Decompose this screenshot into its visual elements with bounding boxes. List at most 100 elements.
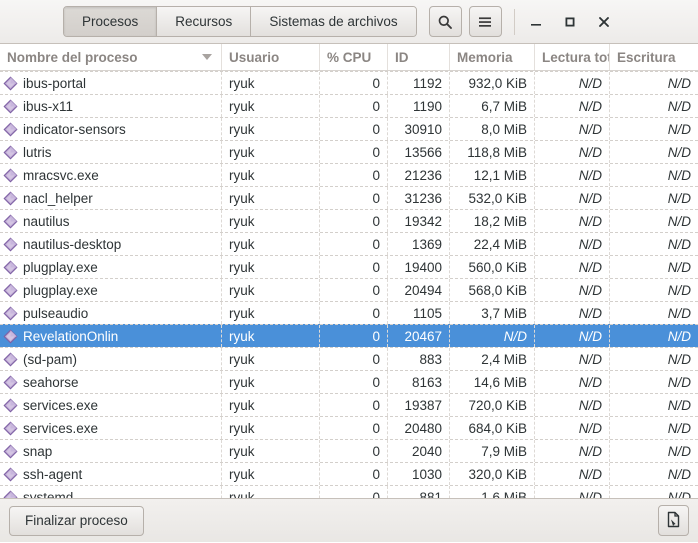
column-header-id[interactable]: ID (388, 44, 450, 70)
column-header-cpu[interactable]: % CPU (320, 44, 388, 70)
table-row[interactable]: ibus-x11 ryuk 0 1190 6,7 MiB N/D N/D (0, 94, 698, 117)
cell-write-text: N/D (667, 190, 691, 206)
table-row[interactable]: snap ryuk 0 2040 7,9 MiB N/D N/D (0, 439, 698, 462)
cell-id-text: 8163 (411, 374, 442, 390)
table-row[interactable]: ibus-portal ryuk 0 1192 932,0 KiB N/D N/D (0, 71, 698, 94)
cell-cpu: 0 (320, 302, 388, 324)
cell-id-text: 19387 (404, 397, 442, 413)
cell-id-text: 2040 (411, 443, 442, 459)
menu-button[interactable] (468, 6, 502, 37)
cell-user-text: ryuk (229, 420, 255, 436)
cell-mem: 8,0 MiB (450, 118, 535, 140)
table-row[interactable]: nacl_helper ryuk 0 31236 532,0 KiB N/D N/D (0, 186, 698, 209)
close-button[interactable] (587, 5, 621, 39)
cell-cpu: 0 (320, 279, 388, 301)
cell-cpu-text: 0 (372, 420, 380, 436)
table-row[interactable]: services.exe ryuk 0 20480 684,0 KiB N/D N/D (0, 416, 698, 439)
cell-user-text: ryuk (229, 259, 255, 275)
cell-user-text: ryuk (229, 397, 255, 413)
process-diamond-icon (3, 351, 18, 367)
cell-user: ryuk (222, 348, 320, 370)
maximize-button[interactable] (553, 5, 587, 39)
table-row[interactable]: RevelationOnlin ryuk 0 20467 N/D N/D N/D (0, 324, 698, 347)
cell-user: ryuk (222, 394, 320, 416)
cell-id: 883 (388, 348, 450, 370)
cell-cpu-text: 0 (372, 443, 380, 459)
cell-user: ryuk (222, 233, 320, 255)
cell-id-text: 21236 (404, 167, 442, 183)
cell-mem: 568,0 KiB (450, 279, 535, 301)
table-row[interactable]: services.exe ryuk 0 19387 720,0 KiB N/D N/D (0, 393, 698, 416)
table-row[interactable]: systemd ryuk 0 881 1,6 MiB N/D N/D (0, 485, 698, 498)
cell-cpu-text: 0 (372, 466, 380, 482)
process-diamond-icon (3, 144, 18, 160)
column-header-read[interactable]: Lectura total (535, 44, 610, 70)
cell-id-text: 30910 (404, 121, 442, 137)
cell-write-text: N/D (667, 282, 691, 298)
cell-name-text: services.exe (23, 397, 99, 413)
cell-cpu-text: 0 (372, 75, 380, 91)
tab-procesos[interactable]: Procesos (64, 7, 158, 36)
cell-id: 1369 (388, 233, 450, 255)
cell-write: N/D (610, 233, 698, 255)
tab-sistemas-de-archivos[interactable]: Sistemas de archivos (251, 7, 416, 36)
table-row[interactable]: plugplay.exe ryuk 0 20494 568,0 KiB N/D N/D (0, 278, 698, 301)
cell-id: 13566 (388, 141, 450, 163)
vertical-scrollbar[interactable] (694, 71, 698, 498)
cell-cpu: 0 (320, 256, 388, 278)
cell-read-text: N/D (578, 282, 602, 298)
column-header-process-name[interactable]: Nombre del proceso (0, 44, 222, 70)
process-diamond-icon (3, 305, 18, 321)
cell-id-text: 1190 (412, 98, 442, 114)
tab-recursos[interactable]: Recursos (157, 7, 252, 36)
table-row[interactable]: mracsvc.exe ryuk 0 21236 12,1 MiB N/D N/D (0, 163, 698, 186)
table-row[interactable]: indicator-sensors ryuk 0 30910 8,0 MiB N/D N/D (0, 117, 698, 140)
cell-name: plugplay.exe (0, 256, 222, 278)
cell-user-text: ryuk (229, 98, 255, 114)
cell-read: N/D (535, 141, 610, 163)
column-header-memory[interactable]: Memoria (450, 44, 535, 70)
cell-mem-text: N/D (503, 328, 527, 344)
process-properties-button[interactable] (658, 505, 689, 536)
cell-id: 1030 (388, 463, 450, 485)
cell-cpu-text: 0 (372, 259, 380, 275)
maximize-icon (563, 15, 577, 29)
cell-name-text: ibus-x11 (23, 98, 74, 114)
table-row[interactable]: nautilus-desktop ryuk 0 1369 22,4 MiB N/D N/D (0, 232, 698, 255)
table-row[interactable]: plugplay.exe ryuk 0 19400 560,0 KiB N/D N/D (0, 255, 698, 278)
table-row[interactable]: seahorse ryuk 0 8163 14,6 MiB N/D N/D (0, 370, 698, 393)
minimize-button[interactable] (519, 5, 553, 39)
end-process-button[interactable]: Finalizar proceso (9, 505, 144, 536)
cell-cpu: 0 (320, 348, 388, 370)
cell-user-text: ryuk (229, 489, 255, 499)
table-row[interactable]: ssh-agent ryuk 0 1030 320,0 KiB N/D N/D (0, 462, 698, 485)
cell-name: RevelationOnlin (0, 325, 222, 347)
search-button[interactable] (428, 6, 462, 37)
cell-id: 20480 (388, 417, 450, 439)
cell-id-text: 1105 (412, 305, 442, 321)
cell-cpu-text: 0 (372, 121, 380, 137)
process-table-body[interactable]: ibus-portal ryuk 0 1192 932,0 KiB N/D N/D ibus-… (0, 71, 698, 498)
cell-mem: 118,8 MiB (450, 141, 535, 163)
table-row[interactable]: (sd-pam) ryuk 0 883 2,4 MiB N/D N/D (0, 347, 698, 370)
table-row[interactable]: lutris ryuk 0 13566 118,8 MiB N/D N/D (0, 140, 698, 163)
cell-id: 31236 (388, 187, 450, 209)
cell-user: ryuk (222, 463, 320, 485)
column-header-user[interactable]: Usuario (222, 44, 320, 70)
cell-mem-text: 532,0 KiB (468, 190, 527, 206)
column-header-id-label: ID (395, 49, 409, 65)
cell-mem-text: 1,6 MiB (481, 489, 527, 499)
cell-name-text: ssh-agent (23, 466, 83, 482)
cell-name: mracsvc.exe (0, 164, 222, 186)
column-header-write[interactable]: Escritura (610, 44, 698, 70)
table-row[interactable]: pulseaudio ryuk 0 1105 3,7 MiB N/D N/D (0, 301, 698, 324)
cell-cpu: 0 (320, 463, 388, 485)
search-icon (437, 14, 453, 30)
table-row[interactable]: nautilus ryuk 0 19342 18,2 MiB N/D N/D (0, 209, 698, 232)
cell-name-text: plugplay.exe (23, 259, 98, 275)
cell-user: ryuk (222, 325, 320, 347)
cell-mem: 18,2 MiB (450, 210, 535, 232)
column-header-process-name-label: Nombre del proceso (7, 49, 138, 65)
cell-mem-text: 6,7 MiB (481, 98, 527, 114)
cell-name: (sd-pam) (0, 348, 222, 370)
